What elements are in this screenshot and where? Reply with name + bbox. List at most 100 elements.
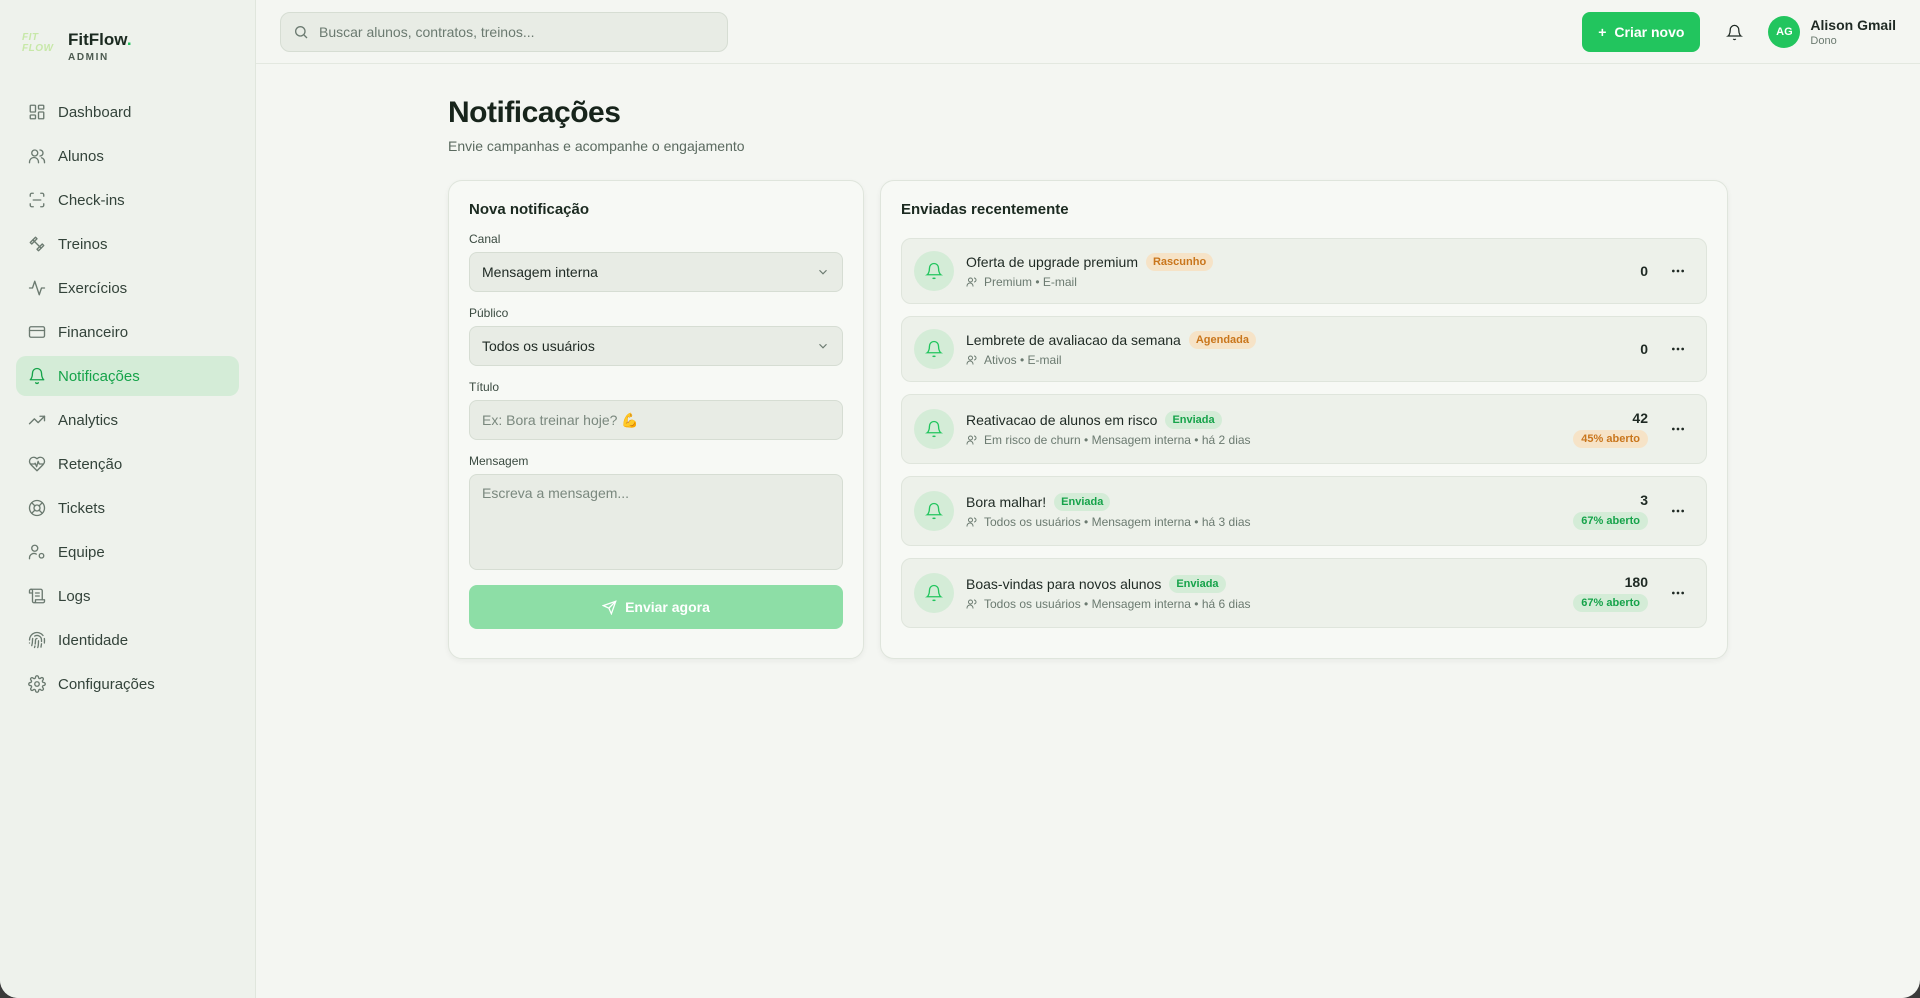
sidebar: FIT FLOW FitFlow. ADMIN Dashboard Alunos… (0, 0, 256, 998)
sidebar-nav: Dashboard Alunos Check-ins Treinos Exerc… (16, 92, 239, 704)
sidebar-item-configuracoes[interactable]: Configurações (16, 664, 239, 704)
notification-meta: Todos os usuários • Mensagem interna • h… (984, 515, 1251, 529)
sidebar-item-label: Exercícios (58, 279, 128, 297)
more-options-button[interactable] (1666, 337, 1690, 361)
page-subtitle: Envie campanhas e acompanhe o engajament… (448, 138, 745, 154)
more-options-button[interactable] (1666, 499, 1690, 523)
list-item[interactable]: Bora malhar! Enviada Todos os usuários • … (901, 476, 1707, 546)
audience-value: Todos os usuários (482, 338, 595, 354)
send-icon (602, 599, 617, 615)
sidebar-item-check-ins[interactable]: Check-ins (16, 180, 239, 220)
users-icon (966, 355, 977, 365)
recipient-count: 0 (1640, 341, 1648, 357)
list-item[interactable]: Lembrete de avaliacao da semana Agendada … (901, 316, 1707, 382)
channel-select[interactable]: Mensagem interna (469, 252, 843, 292)
brand[interactable]: FIT FLOW FitFlow. ADMIN (16, 24, 239, 64)
sidebar-item-label: Retenção (58, 455, 123, 473)
recipient-count: 0 (1640, 263, 1648, 279)
sidebar-item-label: Configurações (58, 675, 155, 693)
user-menu[interactable]: AG Alison Gmail Dono (1768, 16, 1896, 48)
lifebuoy-icon (28, 499, 46, 517)
users-icon (966, 435, 977, 445)
recipient-count: 42 (1632, 410, 1648, 426)
list-item[interactable]: Oferta de upgrade premium Rascunho Premiu… (901, 238, 1707, 304)
fingerprint-icon (28, 631, 46, 649)
sidebar-item-alunos[interactable]: Alunos (16, 136, 239, 176)
bell-icon (914, 573, 954, 613)
activity-icon (28, 280, 46, 296)
bell-icon (29, 367, 45, 385)
message-textarea[interactable] (469, 474, 843, 570)
bell-icon (1725, 24, 1743, 40)
sidebar-item-label: Notificações (58, 367, 140, 385)
notification-title: Oferta de upgrade premium (966, 254, 1138, 270)
list-item[interactable]: Boas-vindas para novos alunos Enviada Tod… (901, 558, 1707, 628)
sidebar-item-label: Analytics (58, 411, 119, 429)
brand-name: FitFlow. (68, 29, 132, 49)
sidebar-item-treinos[interactable]: Treinos (16, 224, 239, 264)
notification-title: Lembrete de avaliacao da semana (966, 332, 1181, 348)
audience-label: Público (469, 306, 509, 320)
sidebar-item-financeiro[interactable]: Financeiro (16, 312, 239, 352)
app-window: FIT FLOW FitFlow. ADMIN Dashboard Alunos… (0, 0, 1920, 998)
ellipsis-icon (1672, 509, 1684, 513)
users-icon (966, 599, 977, 609)
sidebar-item-equipe[interactable]: Equipe (16, 532, 239, 572)
topbar: + Criar novo AG Alison Gmail Dono (256, 0, 1920, 64)
sidebar-item-retencao[interactable]: Retenção (16, 444, 239, 484)
sidebar-item-label: Logs (58, 587, 91, 605)
sidebar-item-logs[interactable]: Logs (16, 576, 239, 616)
brand-logo: FIT FLOW (22, 32, 54, 54)
create-new-label: Criar novo (1614, 24, 1685, 40)
credit-card-icon (28, 326, 46, 338)
sidebar-item-analytics[interactable]: Analytics (16, 400, 239, 440)
sidebar-item-label: Dashboard (58, 103, 132, 121)
bell-icon (914, 409, 954, 449)
sidebar-item-identidade[interactable]: Identidade (16, 620, 239, 660)
search-icon (295, 25, 308, 38)
sidebar-item-notificacoes[interactable]: Notificações (16, 356, 239, 396)
scan-icon (29, 192, 45, 208)
status-badge: Agendada (1188, 331, 1256, 349)
main-area: + Criar novo AG Alison Gmail Dono Notifi… (256, 0, 1920, 998)
ellipsis-icon (1672, 591, 1684, 595)
recent-notifications-card: Enviadas recentemente Oferta de upgrade … (880, 180, 1728, 659)
more-options-button[interactable] (1666, 581, 1690, 605)
notification-title: Reativacao de alunos em risco (966, 412, 1158, 428)
brand-subtitle: ADMIN (68, 51, 109, 63)
audience-select[interactable]: Todos os usuários (469, 326, 843, 366)
sidebar-item-label: Financeiro (58, 323, 129, 341)
status-badge: Enviada (1165, 411, 1222, 429)
users-icon (966, 277, 977, 287)
sidebar-item-label: Equipe (58, 543, 105, 561)
status-badge: Enviada (1054, 493, 1111, 511)
search-box[interactable] (280, 11, 728, 52)
ellipsis-icon (1672, 347, 1684, 351)
list-item[interactable]: Reativacao de alunos em risco Enviada Em … (901, 394, 1707, 464)
search-input[interactable] (319, 23, 715, 40)
users-icon (966, 517, 977, 527)
send-now-button[interactable]: Enviar agora (469, 585, 843, 629)
avatar: AG (1768, 16, 1801, 48)
users-icon (28, 149, 46, 164)
create-new-button[interactable]: + Criar novo (1582, 12, 1701, 52)
title-input[interactable] (469, 400, 843, 440)
notification-meta: Todos os usuários • Mensagem interna • h… (984, 597, 1251, 611)
sidebar-item-tickets[interactable]: Tickets (16, 488, 239, 528)
sidebar-item-dashboard[interactable]: Dashboard (16, 92, 239, 132)
topbar-actions: + Criar novo AG Alison Gmail Dono (1582, 12, 1896, 52)
open-rate-badge: 67% aberto (1573, 512, 1648, 530)
notification-meta: Em risco de churn • Mensagem interna • h… (984, 433, 1251, 447)
send-now-label: Enviar agora (625, 599, 710, 615)
chevron-down-icon (819, 269, 827, 275)
chevron-down-icon (819, 343, 827, 349)
sidebar-item-label: Identidade (58, 631, 129, 649)
sidebar-item-label: Alunos (58, 147, 104, 165)
notification-meta: Ativos • E-mail (984, 353, 1062, 367)
more-options-button[interactable] (1666, 259, 1690, 283)
notification-meta: Premium • E-mail (984, 275, 1077, 289)
notification-title: Bora malhar! (966, 494, 1047, 510)
notifications-button[interactable] (1718, 16, 1750, 48)
more-options-button[interactable] (1666, 417, 1690, 441)
sidebar-item-exercicios[interactable]: Exercícios (16, 268, 239, 308)
